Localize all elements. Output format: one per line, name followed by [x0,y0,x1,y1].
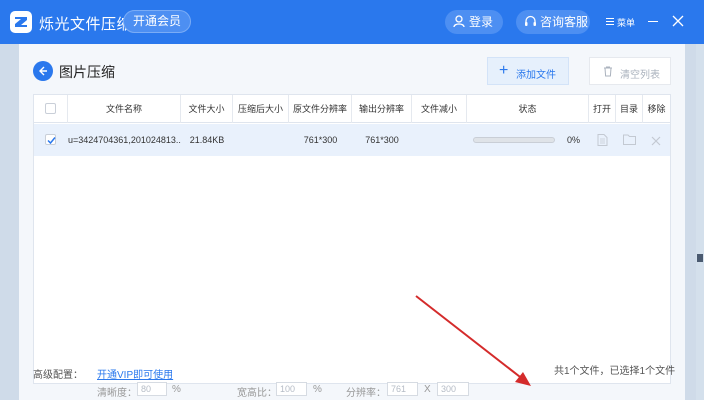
login-button[interactable]: 登录 [445,10,503,34]
select-all-checkbox[interactable] [45,103,56,114]
user-icon [453,15,465,28]
clarity-unit: % [172,384,181,395]
compressed-size [233,124,289,156]
folder-icon[interactable] [623,134,636,148]
clear-list-button[interactable]: 清空列表 [589,57,671,85]
clear-list-label: 清空列表 [620,70,660,81]
progress-bar [473,137,555,143]
header-remove: 移除 [647,104,666,114]
header-open: 打开 [589,95,616,123]
source-resolution: 761*300 [303,135,338,145]
aspect-ratio-input[interactable]: 100 [276,382,307,396]
file-icon[interactable] [597,134,608,149]
header-compressed-size: 压缩后大小 [233,95,289,123]
open-vip-button[interactable]: 开通会员 [123,10,191,33]
header-reduced: 文件减小 [412,95,467,123]
trash-icon [604,66,612,77]
header-file-size: 文件大小 [181,95,233,123]
clarity-label: 清晰度： [97,388,137,399]
menu-button[interactable]: 菜单 [606,15,638,29]
minimize-icon[interactable] [648,21,658,22]
resolution-height-input[interactable]: 300 [437,382,469,396]
aspect-ratio-unit: % [313,384,322,395]
resolution-width-input[interactable]: 761 [387,382,418,396]
header-directory: 目录 [616,95,643,123]
advanced-config-label: 高级配置： [33,370,83,381]
add-file-label: 添加文件 [516,70,556,81]
file-size: 21.84KB [189,135,225,145]
menu-label: 菜单 [617,18,636,28]
table-row[interactable]: u=3424704361,201024813... 21.84KB 761*30… [34,124,670,156]
menu-icon [606,18,614,25]
resolution-x: X [424,384,431,395]
login-label: 登录 [469,15,494,29]
output-resolution: 761*300 [365,135,399,145]
back-arrow-icon[interactable] [33,61,53,81]
header-output-resolution: 输出分辨率 [352,95,412,123]
main-panel: 图片压缩 + 添加文件 清空列表 文件名称 文件大小 压缩后大小 原文件分辨率 … [19,44,685,400]
file-reduced [412,124,467,156]
aspect-ratio-label: 宽高比： [237,388,277,399]
header-select-all[interactable] [34,95,68,123]
window-right-edge [696,44,704,400]
page-title: 图片压缩 [59,64,115,80]
plus-icon: + [499,62,509,79]
file-table: 文件名称 文件大小 压缩后大小 原文件分辨率 输出分辨率 文件减小 状态 打开 … [33,94,671,384]
header-file-name: 文件名称 [68,95,181,123]
header-status: 状态 [467,95,589,123]
add-file-button[interactable]: + 添加文件 [487,57,569,85]
app-title: 烁光文件压缩 [39,16,133,33]
customer-service-button[interactable]: 咨询客服 [516,10,590,34]
resolution-label: 分辨率： [346,388,386,399]
check-icon [47,137,56,145]
edge-marker [697,254,703,262]
remove-x-icon[interactable] [651,135,661,149]
title-bar: 烁光文件压缩 开通会员 登录 咨询客服 菜单 [0,0,704,44]
file-name: u=3424704361,201024813... [68,135,181,145]
table-header: 文件名称 文件大小 压缩后大小 原文件分辨率 输出分辨率 文件减小 状态 打开 … [34,95,670,123]
close-icon[interactable] [672,15,684,27]
app-logo-icon [10,11,32,33]
file-count-summary: 共1个文件，已选择1个文件 [554,366,676,377]
service-label: 咨询客服 [540,15,589,29]
open-vip-link[interactable]: 开通VIP即可使用 [97,366,173,381]
progress-text: 0% [566,135,580,145]
header-source-resolution: 原文件分辨率 [289,95,352,123]
clarity-input[interactable]: 80 [137,382,167,396]
headset-icon [525,15,536,26]
row-checkbox[interactable] [45,134,56,145]
